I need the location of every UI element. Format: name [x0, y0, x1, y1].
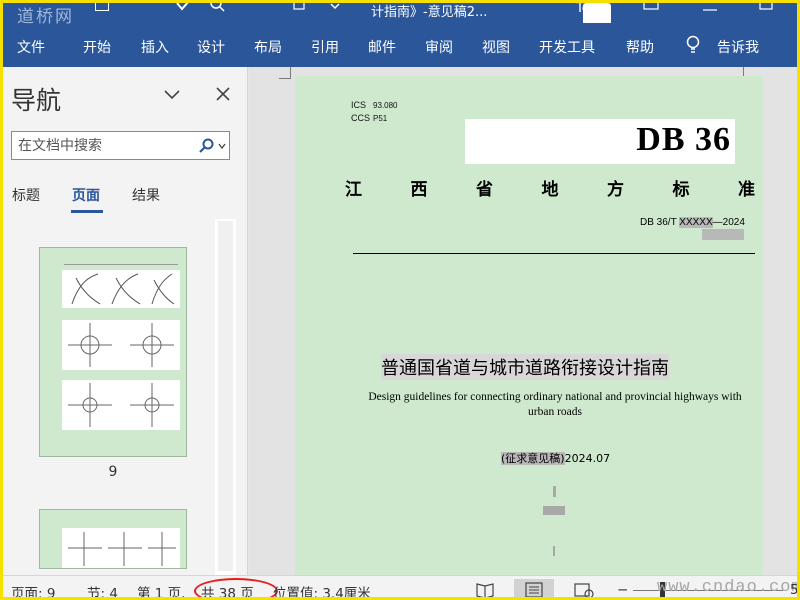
tab-results[interactable]: 结果: [132, 185, 160, 205]
tab-pages[interactable]: 页面: [72, 185, 100, 205]
status-section: 节: 4: [87, 586, 118, 600]
roundabout-diagram-thumb: [62, 380, 180, 430]
save-icon[interactable]: [95, 3, 109, 11]
print-layout-icon: [525, 582, 543, 597]
tab-help[interactable]: 帮助: [626, 37, 654, 57]
heading-char: 西: [410, 180, 428, 200]
draft-status: (征求意见稿)2024.07: [501, 450, 610, 466]
ribbon-display-icon[interactable]: [643, 3, 661, 13]
touch-mode-icon[interactable]: [293, 3, 307, 11]
tab-mailings[interactable]: 邮件: [368, 37, 396, 57]
heading-char: 省: [476, 180, 493, 200]
heading-char: 标: [672, 180, 690, 200]
margin-corner-mark: [279, 67, 291, 79]
search-icon[interactable]: [199, 138, 215, 154]
tab-review[interactable]: 审阅: [425, 37, 453, 57]
ccs-code: P51: [373, 114, 388, 123]
standard-code: XXXXX: [679, 217, 713, 228]
heading-char: 准: [738, 180, 755, 200]
standard-number: DB 36/T XXXXX—2024: [640, 217, 745, 228]
horizontal-rule: [353, 253, 755, 254]
standard-year: —2024: [712, 217, 745, 228]
red-highlight-circle: [194, 578, 278, 597]
site-watermark: 道桥网: [17, 7, 74, 26]
thumb-line: [64, 264, 178, 265]
highlight-mark: [702, 229, 744, 240]
tab-references[interactable]: 引用: [311, 37, 339, 57]
heading-char: 方: [607, 180, 624, 200]
checkmark-icon[interactable]: [175, 3, 191, 11]
tab-view[interactable]: 视图: [482, 37, 510, 57]
search-input[interactable]: [18, 135, 188, 156]
active-tab-indicator: [71, 210, 103, 213]
maximize-icon[interactable]: [759, 3, 775, 13]
print-preview-icon[interactable]: [208, 3, 226, 13]
customize-toolbar-icon[interactable]: [330, 3, 340, 11]
highlight-mark: [543, 506, 565, 515]
highlight-mark: [553, 546, 555, 556]
interchange-diagram-thumb: [62, 270, 180, 308]
close-icon[interactable]: [214, 85, 232, 103]
thumbnail-page-number: 9: [108, 464, 118, 480]
status-page-of[interactable]: 第 1 页,: [137, 582, 185, 597]
ics-code: 93.080: [373, 101, 398, 110]
tell-me-search[interactable]: 告诉我: [717, 37, 759, 57]
standard-prefix: DB 36/T: [640, 217, 677, 228]
draft-date: 2024.07: [564, 452, 611, 465]
ccs-label: CCS: [351, 113, 371, 123]
heading-char: 江: [345, 180, 362, 200]
chevron-down-icon[interactable]: [218, 142, 226, 150]
tab-insert[interactable]: 插入: [141, 37, 169, 57]
standard-mark-box: DB 36: [465, 119, 735, 164]
interchange-diagram-thumb: [62, 528, 180, 568]
cloverleaf-diagram-thumb: [62, 320, 180, 370]
nav-pane-title: 导航: [11, 86, 62, 115]
document-title-cn: 普通国省道与城市道路衔接设计指南: [381, 354, 669, 380]
status-position: 位置值: 3.4厘米: [273, 586, 371, 600]
status-page[interactable]: 页面: 9: [11, 582, 55, 597]
web-layout-icon: [574, 583, 594, 597]
ribbon-tabs: 文件 开始 插入 设计 布局 引用 邮件 审阅 视图 开发工具 帮助 告诉我: [3, 25, 797, 67]
thumbnail-scrollbar[interactable]: [215, 219, 236, 575]
tab-design[interactable]: 设计: [197, 37, 225, 57]
nav-search-box[interactable]: [11, 131, 230, 160]
tab-home[interactable]: 开始: [83, 37, 111, 57]
web-layout-button[interactable]: [563, 579, 603, 597]
site-watermark: www.cndao.com: [657, 578, 800, 597]
standard-type-heading: 江 西 省 地 方 标 准: [345, 175, 755, 200]
draft-note: (征求意见稿): [501, 452, 565, 465]
zoom-out-button[interactable]: −: [617, 582, 628, 597]
document-area: ICS 93.080 CCS P51 DB 36 江 西 省 地 方 标 准 D…: [249, 67, 797, 575]
read-mode-button[interactable]: [465, 579, 505, 597]
minimize-icon[interactable]: [703, 9, 719, 13]
chevron-down-icon[interactable]: [163, 85, 181, 103]
standard-mark: DB 36: [636, 121, 731, 158]
heading-char: 地: [541, 180, 559, 200]
page-thumbnail[interactable]: [39, 247, 187, 457]
tab-developer[interactable]: 开发工具: [539, 37, 595, 57]
word-window: 道桥网 计指南》-意见稿2... Tc 文件 开始 插入 设计 布局 引用 邮件…: [0, 0, 800, 600]
avatar[interactable]: [583, 3, 611, 23]
lightbulb-icon[interactable]: [686, 35, 700, 55]
navigation-pane: 导航 标题 页面 结果 9: [3, 67, 248, 575]
document-title: 计指南》-意见稿2...: [371, 5, 488, 20]
page-thumbnail[interactable]: [39, 509, 187, 569]
print-layout-button[interactable]: [514, 579, 554, 597]
tab-file[interactable]: 文件: [17, 37, 45, 57]
document-page[interactable]: ICS 93.080 CCS P51 DB 36 江 西 省 地 方 标 准 D…: [295, 76, 763, 575]
tab-headings[interactable]: 标题: [12, 185, 40, 205]
status-bar: 页面: 9 节: 4 第 1 页, 共 38 页 位置值: 3.4厘米 − ww…: [3, 575, 800, 600]
book-icon: [476, 583, 494, 597]
ics-label: ICS: [351, 100, 367, 110]
document-title-en: Design guidelines for connecting ordinar…: [368, 391, 742, 418]
zoom-level[interactable]: 5: [790, 582, 797, 597]
title-bar: 道桥网 计指南》-意见稿2... Tc: [3, 3, 797, 26]
tab-layout[interactable]: 布局: [254, 37, 282, 57]
scrollbar-thumb[interactable]: [218, 221, 233, 571]
highlight-mark: [553, 486, 556, 497]
